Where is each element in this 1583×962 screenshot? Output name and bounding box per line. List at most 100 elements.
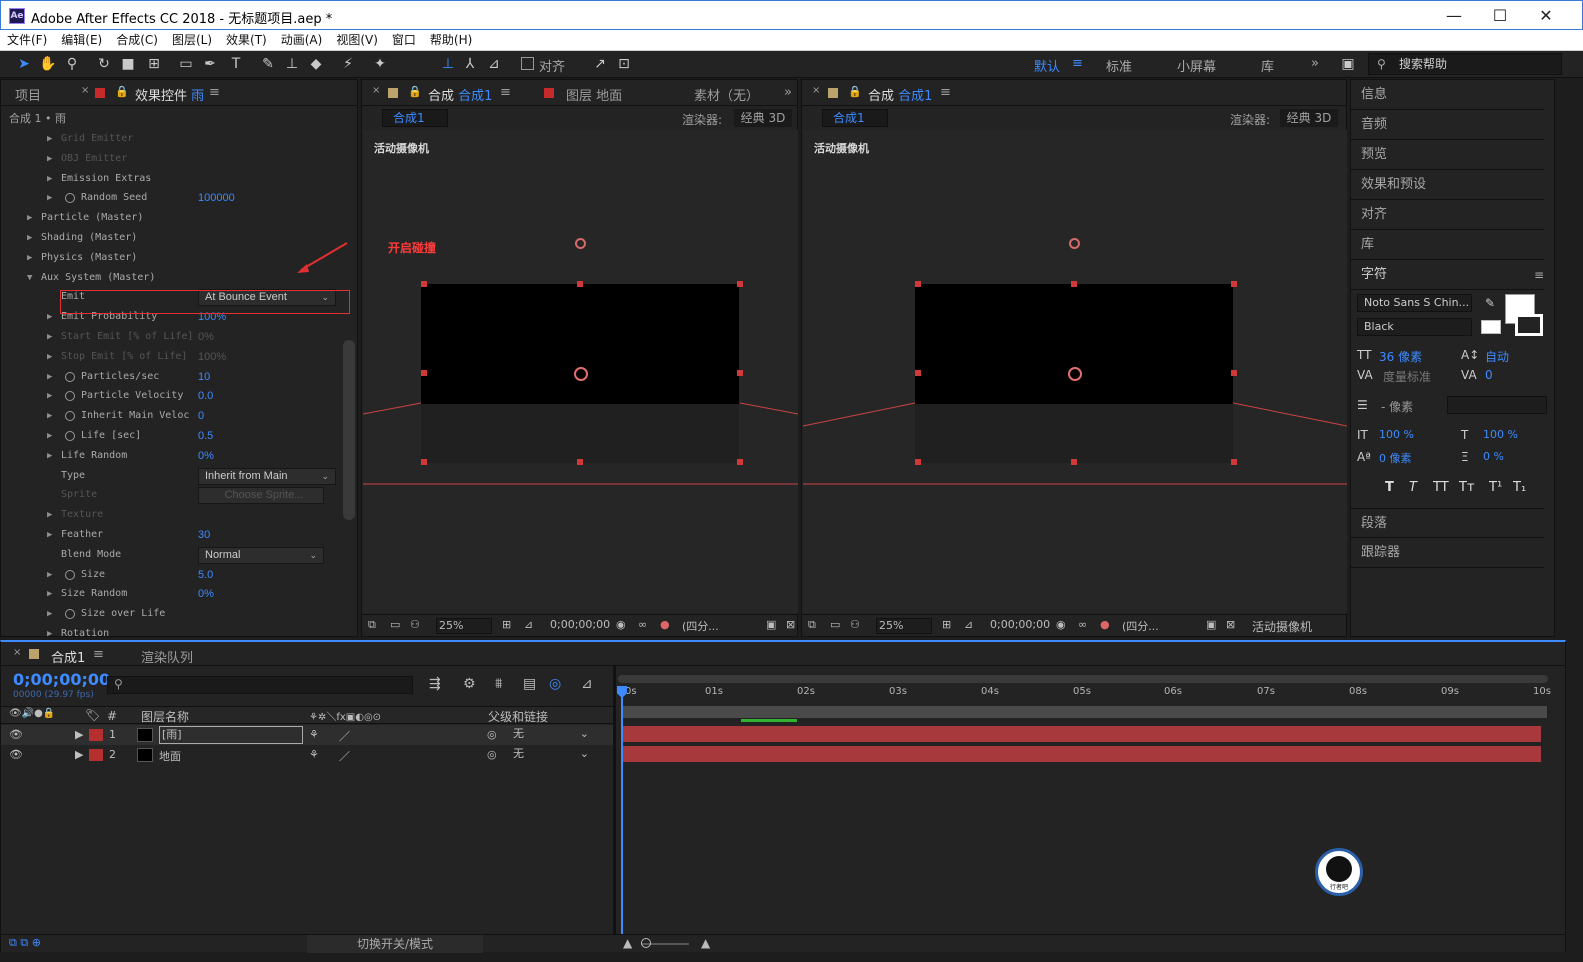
menu-help[interactable]: 帮助(H) (423, 30, 479, 51)
layer-name-column[interactable]: 图层名称 (141, 708, 189, 725)
transform-handle[interactable] (1231, 459, 1237, 465)
tab-effect-controls[interactable]: 效果控件 雨 (135, 85, 204, 104)
panel-preview[interactable]: 预览 (1351, 140, 1544, 170)
effect-property-row[interactable]: ▶ Life Random 0% (1, 446, 341, 466)
rotate-tool-icon[interactable]: ↻ (94, 55, 114, 73)
twirl-closed-icon[interactable]: ▶ (47, 604, 52, 624)
local-axis-icon[interactable]: ⊥ (438, 55, 458, 73)
stopwatch-icon[interactable] (65, 431, 75, 441)
shy-switch-icon[interactable]: ⚘ (309, 748, 319, 761)
font-style-select[interactable]: Black (1357, 318, 1472, 336)
faux-bold-button[interactable]: T (1385, 480, 1394, 495)
font-family-select[interactable]: Noto Sans S Chin... (1357, 294, 1472, 312)
twirl-closed-icon[interactable]: ▶ (27, 248, 32, 268)
layer-name[interactable]: [雨] (159, 726, 303, 744)
effect-property-row[interactable]: ▶ Stop Emit [% of Life] 100% (1, 347, 341, 367)
viewport[interactable]: 活动摄像机 (803, 130, 1347, 613)
eyedropper-icon[interactable]: ✎ (1485, 296, 1495, 310)
camera-snapshot-icon[interactable]: ◉ (1056, 618, 1066, 631)
twirl-closed-icon[interactable]: ▶ (47, 505, 52, 525)
transform-handle[interactable] (421, 370, 427, 376)
menu-effect[interactable]: 效果(T) (219, 30, 274, 51)
effect-property-value[interactable]: 5.0 (198, 565, 213, 585)
transform-handle[interactable] (1231, 281, 1237, 287)
rectangle-tool-icon[interactable]: ▭ (176, 55, 196, 73)
snap-options-icon[interactable]: ⊡ (614, 55, 634, 73)
effect-property-row[interactable]: ▶ Shading (Master) (1, 228, 341, 248)
menu-layer[interactable]: 图层(L) (165, 30, 219, 51)
effect-property-row[interactable]: ▶ Size over Life (1, 604, 341, 624)
effect-property-row[interactable]: ▶ Emission Extras (1, 169, 341, 189)
transform-handle[interactable] (577, 281, 583, 287)
effect-property-row[interactable]: Sprite Choose Sprite... (1, 485, 341, 505)
minimize-button[interactable]: — (1431, 1, 1477, 31)
parent-select[interactable]: 无 ⌄ (507, 726, 593, 743)
swap-colors-icon[interactable] (1481, 320, 1501, 334)
small-caps-button[interactable]: Tт (1459, 480, 1475, 495)
menu-animation[interactable]: 动画(A) (274, 30, 330, 51)
effect-property-value[interactable]: 30 (198, 525, 210, 545)
world-axis-icon[interactable]: ⅄ (460, 55, 480, 73)
time-ruler[interactable]: 0s 01s 02s 03s 04s 05s 06s 07s 08s 09s 1… (623, 682, 1551, 704)
viewer-timecode[interactable]: 0;00;00;00 (550, 618, 610, 631)
lock-icon[interactable]: 🔒 (115, 85, 129, 98)
tsume-value[interactable]: 0 % (1483, 450, 1504, 463)
effect-property-value[interactable]: 0% (198, 584, 214, 604)
effect-property-row[interactable]: ▶ Grid Emitter (1, 129, 341, 149)
anchor-point-icon[interactable] (1068, 367, 1082, 381)
zoom-out-icon[interactable]: ▲ (623, 936, 632, 950)
stopwatch-icon[interactable] (65, 609, 75, 620)
maximize-button[interactable]: ☐ (1477, 1, 1523, 31)
twirl-closed-icon[interactable]: ▶ (47, 446, 52, 466)
effect-property-value[interactable]: 0% (198, 327, 214, 347)
eraser-tool-icon[interactable]: ◆ (306, 55, 326, 73)
effect-property-row[interactable]: ▶ Random Seed 100000 (1, 188, 341, 208)
effect-property-value[interactable]: 0.5 (198, 426, 213, 446)
baseline-shift-value[interactable]: 0 像素 (1379, 450, 1412, 466)
graph-editor-icon[interactable]: ⊿ (581, 676, 593, 692)
tab-layer[interactable]: 图层 地面 (566, 85, 622, 104)
scrollbar-thumb[interactable] (343, 340, 355, 520)
panel-menu-icon[interactable]: ≡ (1534, 268, 1544, 282)
emitter-point-icon[interactable] (1069, 238, 1080, 249)
horizontal-scale-value[interactable]: 100 % (1483, 428, 1518, 441)
effect-property-value[interactable]: 0 (198, 406, 204, 426)
expand-icons[interactable]: ⧉ ⧉ ⊕ (9, 936, 41, 950)
menu-view[interactable]: 视图(V) (329, 30, 385, 51)
parent-select[interactable]: 无 ⌄ (507, 746, 593, 763)
font-size-value[interactable]: 36 像素 (1379, 348, 1422, 365)
quality-switch-icon[interactable]: ／ (339, 728, 350, 744)
twirl-open-icon[interactable]: ▼ (27, 268, 32, 288)
effect-property-row[interactable]: ▶ Size 5.0 (1, 565, 341, 585)
roto-brush-tool-icon[interactable]: ⚡ (338, 55, 358, 73)
effect-property-dropdown[interactable]: Normal ⌄ (198, 546, 324, 564)
tracking-value[interactable]: 0 (1485, 368, 1493, 382)
effect-property-row[interactable]: ▶ Particle (Master) (1, 208, 341, 228)
parent-pickwhip-icon[interactable]: ◎ (487, 748, 497, 761)
brush-tool-icon[interactable]: ✎ (258, 55, 278, 73)
region-icon[interactable]: ▣ (1206, 618, 1216, 631)
twirl-closed-icon[interactable]: ▶ (27, 208, 32, 228)
align-checkbox[interactable] (521, 57, 534, 70)
eye-icon[interactable]: 👁 (9, 728, 23, 741)
color-channels-icon[interactable]: ● (1100, 618, 1110, 631)
twirl-closed-icon[interactable]: ▶ (47, 565, 52, 585)
comp-chip[interactable]: 合成1 (822, 109, 888, 127)
timeline-layer-row[interactable]: 👁 ▶ ⚘ ／ ◎ 2 地面无 ⌄ (1, 745, 613, 765)
tab-footage[interactable]: 素材（无） (694, 85, 759, 104)
lock-icon[interactable]: 🔒 (848, 85, 862, 98)
transform-handle[interactable] (915, 459, 921, 465)
choose-sprite-button[interactable]: Choose Sprite... (198, 487, 324, 505)
timeline-layer-row[interactable]: 👁 ▶ ⚘ ／ ◎ 1 [雨] 无 ⌄ (1, 725, 613, 745)
snapshot-region-icon[interactable]: ⧉ (368, 618, 376, 632)
zoom-tool-icon[interactable]: ⚲ (62, 55, 82, 73)
twirl-closed-icon[interactable]: ▶ (47, 367, 52, 387)
comp-chip[interactable]: 合成1 (382, 109, 448, 127)
close-button[interactable]: ✕ (1523, 1, 1569, 31)
panel-character[interactable]: 字符 (1351, 260, 1544, 290)
stopwatch-icon[interactable] (65, 193, 75, 204)
grid-icon[interactable]: ⊿ (524, 618, 533, 631)
layer-1-track-bar[interactable] (621, 726, 1541, 742)
twirl-closed-icon[interactable]: ▶ (27, 228, 32, 248)
monitor-icon[interactable]: ▭ (830, 618, 840, 631)
